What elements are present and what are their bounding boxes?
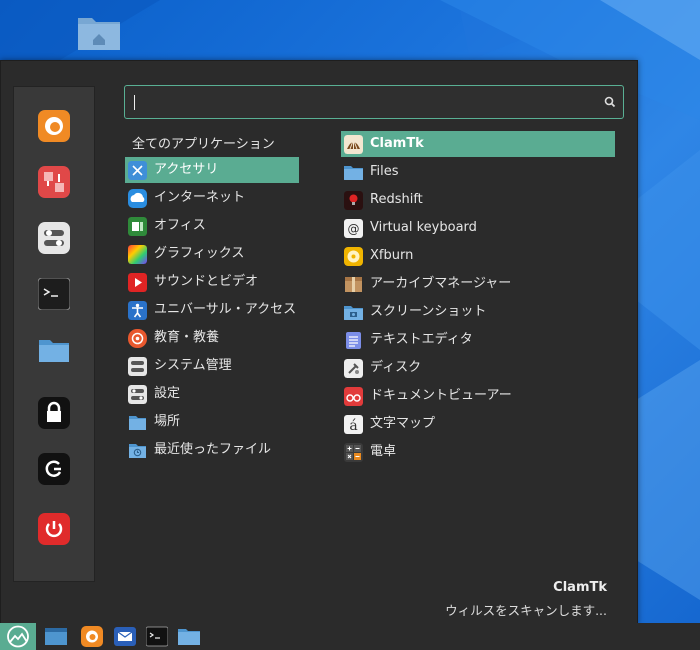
settings-toggle-icon[interactable] — [38, 222, 70, 254]
app-character-map[interactable]: á 文字マップ — [341, 411, 615, 437]
show-desktop-icon[interactable] — [45, 626, 67, 647]
firefox-icon[interactable] — [38, 110, 70, 142]
lock-screen-icon[interactable] — [38, 397, 70, 429]
screenshot-icon — [344, 306, 363, 320]
files-folder-icon — [344, 166, 363, 180]
app-text-editor[interactable]: テキストエディタ — [341, 327, 615, 353]
selected-app-description: ウィルスをスキャンします... — [445, 603, 607, 618]
category-label: グラフィックス — [154, 246, 245, 261]
category-internet[interactable]: インターネット — [125, 185, 299, 211]
app-clamtk[interactable]: ClamTk — [341, 131, 615, 157]
category-accessories[interactable]: アクセサリ — [125, 157, 299, 183]
app-document-viewer[interactable]: ドキュメントビューアー — [341, 383, 615, 409]
category-label: オフィス — [154, 218, 206, 233]
category-office[interactable]: オフィス — [125, 213, 299, 239]
app-label: ClamTk — [370, 136, 424, 151]
app-archive-manager[interactable]: アーカイブマネージャー — [341, 271, 615, 297]
svg-text:@: @ — [348, 222, 360, 236]
category-preferences[interactable]: 設定 — [125, 381, 299, 407]
places-folder-icon — [129, 416, 146, 430]
app-label: 電卓 — [370, 444, 397, 459]
app-label: ディスク — [370, 360, 422, 375]
category-label: 設定 — [154, 386, 181, 401]
category-label: 最近使ったファイル — [154, 442, 272, 457]
app-redshift[interactable]: Redshift — [341, 187, 615, 213]
calculator-icon — [344, 443, 363, 462]
category-recent-files[interactable]: 最近使ったファイル — [125, 437, 299, 463]
education-icon — [128, 329, 147, 348]
files-folder-icon[interactable] — [178, 626, 200, 647]
category-education[interactable]: 教育・教養 — [125, 325, 299, 351]
app-label: スクリーンショット — [370, 304, 487, 319]
recent-files-icon — [129, 444, 146, 458]
search-icon[interactable] — [604, 96, 616, 108]
taskbar — [0, 623, 700, 650]
xfburn-disc-icon — [344, 247, 363, 266]
mail-icon[interactable] — [114, 626, 136, 647]
text-caret — [134, 95, 135, 110]
category-label: アクセサリ — [154, 162, 219, 177]
disks-icon — [344, 359, 363, 378]
sound-video-icon — [128, 273, 147, 292]
category-label: システム管理 — [154, 358, 232, 373]
selected-app-title: ClamTk — [553, 580, 607, 595]
app-label: 文字マップ — [370, 416, 436, 431]
search-box[interactable] — [124, 85, 624, 120]
software-manager-icon[interactable] — [38, 166, 70, 198]
terminal-icon[interactable] — [146, 626, 168, 647]
app-label: Files — [370, 164, 399, 179]
category-label: サウンドとビデオ — [154, 274, 259, 289]
clamtk-icon — [344, 135, 363, 154]
text-editor-icon — [346, 332, 361, 349]
office-icon — [128, 217, 147, 236]
application-menu: 全てのアプリケーション アクセサリ インターネット オフィス グラフィックス サ… — [0, 60, 638, 625]
app-label: アーカイブマネージャー — [370, 276, 512, 291]
category-label: 場所 — [154, 414, 181, 429]
menu-logo-icon[interactable] — [0, 623, 36, 650]
category-graphics[interactable]: グラフィックス — [125, 241, 299, 267]
app-virtual-keyboard[interactable]: @ Virtual keyboard — [341, 215, 615, 241]
administration-icon — [128, 357, 147, 376]
category-sound-video[interactable]: サウンドとビデオ — [125, 269, 299, 295]
app-xfburn[interactable]: Xfburn — [341, 243, 615, 269]
category-administration[interactable]: システム管理 — [125, 353, 299, 379]
desktop-home-folder-icon[interactable] — [76, 12, 122, 52]
redshift-icon — [344, 191, 363, 210]
svg-text:á: á — [349, 418, 357, 434]
document-viewer-icon — [344, 387, 363, 406]
app-files[interactable]: Files — [341, 159, 615, 185]
firefox-icon[interactable] — [81, 626, 103, 647]
category-label: インターネット — [154, 190, 246, 205]
app-label: テキストエディタ — [370, 332, 473, 347]
category-label: 教育・教養 — [154, 330, 220, 345]
all-applications-header[interactable]: 全てのアプリケーション — [132, 135, 275, 155]
app-label: Redshift — [370, 192, 423, 207]
search-input[interactable] — [137, 86, 601, 120]
terminal-icon[interactable] — [38, 278, 70, 310]
accessories-icon — [128, 161, 147, 180]
category-universal-access[interactable]: ユニバーサル・アクセス — [125, 297, 299, 323]
character-map-icon: á — [344, 415, 363, 434]
virtual-keyboard-icon: @ — [344, 219, 363, 238]
app-disks[interactable]: ディスク — [341, 355, 615, 381]
graphics-icon — [128, 245, 147, 264]
app-label: ドキュメントビューアー — [370, 388, 512, 403]
power-icon[interactable] — [38, 513, 70, 545]
app-label: Xfburn — [370, 248, 414, 263]
app-calculator[interactable]: 電卓 — [341, 439, 615, 465]
internet-icon — [128, 189, 147, 208]
archive-manager-icon — [345, 277, 362, 292]
app-label: Virtual keyboard — [370, 220, 477, 235]
universal-access-icon — [128, 301, 147, 320]
category-places[interactable]: 場所 — [125, 409, 299, 435]
preferences-icon — [128, 385, 147, 404]
category-label: ユニバーサル・アクセス — [154, 302, 297, 317]
app-screenshot[interactable]: スクリーンショット — [341, 299, 615, 325]
files-folder-icon[interactable] — [38, 334, 70, 366]
logout-icon[interactable] — [38, 453, 70, 485]
favorites-sidebar — [13, 86, 95, 582]
